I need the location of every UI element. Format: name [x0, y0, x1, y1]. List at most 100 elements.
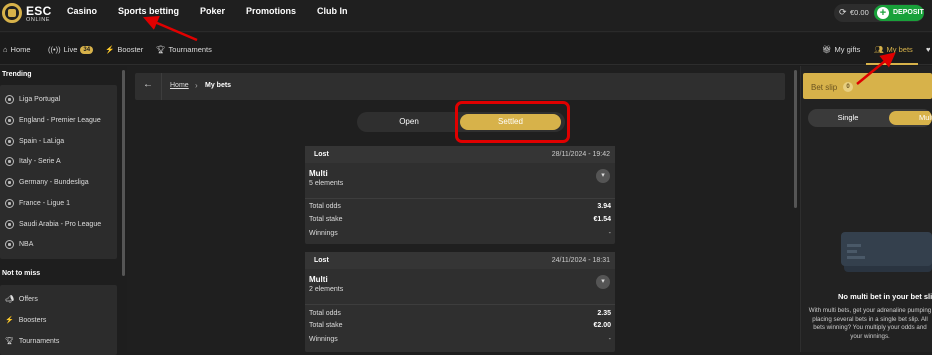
- refresh-icon[interactable]: ⟳: [839, 7, 847, 18]
- bet-status: Lost: [314, 151, 329, 158]
- sidebar-item-label: Tournaments: [18, 337, 60, 345]
- sidebar-item-liga-portugal[interactable]: Liga Portugal: [5, 95, 60, 104]
- tab-single[interactable]: Single: [808, 109, 888, 127]
- sidebar-item-laliga[interactable]: Spain - LaLiga: [5, 137, 64, 146]
- logo-tagline: ONLINE: [26, 17, 51, 23]
- betslip-count-badge: 0: [843, 82, 853, 92]
- sidebar-item-label: Offers: [18, 295, 38, 303]
- balance-amount: €0.00: [850, 8, 869, 17]
- bet-status: Lost: [314, 257, 329, 264]
- subnav-my-gifts[interactable]: 🎁︎ My gifts: [822, 45, 860, 54]
- not-to-miss-title: Not to miss: [2, 270, 41, 277]
- tab-open[interactable]: Open: [357, 112, 461, 132]
- total-odds-label: Total odds: [309, 310, 341, 317]
- sidebar-item-label: Boosters: [18, 316, 47, 324]
- empty-betslip-illustration: [841, 232, 932, 272]
- empty-betslip-text: With multi bets, get your adrenaline pum…: [808, 307, 932, 341]
- subnav-live[interactable]: ((•)) Live 34: [48, 45, 94, 54]
- subnav-booster[interactable]: ⚡ Booster: [105, 45, 143, 54]
- bet-card-header: Lost 24/11/2024 - 18:31: [305, 252, 615, 269]
- sidebar-item-bundesliga[interactable]: Germany - Bundesliga: [5, 178, 89, 187]
- sidebar-item-label: France - Ligue 1: [19, 200, 70, 207]
- sidebar-item-label: Italy - Serie A: [19, 158, 61, 165]
- chevron-right-icon: ›: [195, 81, 198, 90]
- winnings-label: Winnings: [309, 336, 338, 343]
- annotation-highlight-box: [455, 101, 570, 143]
- bet-card[interactable]: Lost 24/11/2024 - 18:31 Multi 2 elements…: [305, 252, 615, 352]
- trending-title: Trending: [2, 71, 32, 78]
- sidebar-item-boosters[interactable]: ⚡ Boosters: [5, 316, 47, 325]
- total-odds-value: 3.94: [597, 203, 611, 210]
- live-count-badge: 34: [80, 45, 94, 54]
- subnav-booster-label: Booster: [117, 45, 144, 54]
- tab-multi[interactable]: Multi: [889, 111, 932, 125]
- sidebar-item-saudi-pro-league[interactable]: Saudi Arabia - Pro League: [5, 220, 101, 229]
- bet-card[interactable]: Lost 28/11/2024 - 19:42 Multi 5 elements…: [305, 146, 615, 244]
- divider: [161, 73, 162, 100]
- football-icon: [5, 95, 14, 104]
- bet-card-header: Lost 28/11/2024 - 19:42: [305, 146, 615, 163]
- nav-promotions[interactable]: Promotions: [246, 6, 296, 16]
- subnav-live-label: Live: [63, 45, 78, 54]
- nav-poker[interactable]: Poker: [200, 6, 225, 16]
- sidebar-item-ligue-1[interactable]: France - Ligue 1: [5, 199, 70, 208]
- betslip-title: Bet slip: [811, 83, 838, 92]
- divider: [305, 198, 615, 199]
- logo[interactable]: ESC ONLINE: [2, 2, 51, 28]
- total-stake-value: €1.54: [593, 216, 611, 223]
- breadcrumb-home[interactable]: Home: [170, 82, 189, 89]
- plus-icon: +: [877, 7, 889, 19]
- trophy-icon: 🏆︎: [5, 338, 14, 345]
- sidebar-item-label: Liga Portugal: [19, 96, 61, 103]
- users-icon: 👥︎: [874, 45, 884, 54]
- subnav-home-label: Home: [10, 45, 31, 54]
- sidebar-item-nba[interactable]: NBA: [5, 240, 33, 249]
- winnings-value: -: [608, 230, 611, 237]
- subnav-tournaments[interactable]: 🏆︎ Tournaments: [156, 45, 212, 54]
- bet-type: Multi: [309, 275, 328, 284]
- football-icon: [5, 137, 14, 146]
- football-icon: [5, 199, 14, 208]
- nav-club-in[interactable]: Club In: [317, 6, 348, 16]
- empty-betslip-line: bets winning? You multiply your odds and: [813, 324, 927, 331]
- total-stake-row: Total stake €1.54: [309, 216, 611, 223]
- total-odds-row: Total odds 3.94: [309, 203, 611, 210]
- bet-date: 24/11/2024 - 18:31: [551, 257, 610, 264]
- main-nav: Casino Sports betting Poker Promotions C…: [67, 6, 369, 16]
- subnav-home[interactable]: ⌂ Home: [3, 45, 31, 54]
- live-icon: ((•)): [48, 45, 61, 54]
- megaphone-icon: 📣︎: [5, 296, 14, 303]
- main-scrollbar[interactable]: [794, 70, 797, 208]
- empty-betslip-line: placing several bets in a single bet sli…: [812, 315, 928, 323]
- subnav-my-bets[interactable]: 👥︎ My bets: [874, 45, 913, 54]
- sidebar-item-label: NBA: [19, 241, 34, 248]
- home-icon: ⌂: [3, 45, 8, 54]
- sidebar-item-label: Saudi Arabia - Pro League: [19, 221, 102, 228]
- chevron-down-icon[interactable]: ▾: [596, 169, 610, 183]
- sidebar-item-offers[interactable]: 📣︎ Offers: [5, 295, 38, 304]
- sidebar-item-tournaments[interactable]: 🏆︎ Tournaments: [5, 337, 60, 346]
- sidebar-item-premier-league[interactable]: England - Premier League: [5, 116, 101, 125]
- deposit-label: DEPOSIT: [893, 9, 924, 16]
- total-stake-row: Total stake €2.00: [309, 322, 611, 329]
- empty-betslip-title: No multi bet in your bet slip: [838, 292, 932, 301]
- back-arrow-icon[interactable]: ←: [143, 79, 153, 90]
- balance-widget: ⟳ €0.00 + DEPOSIT: [834, 4, 924, 22]
- lightning-icon: ⚡: [105, 45, 115, 54]
- top-bar: ESC ONLINE Casino Sports betting Poker P…: [0, 0, 932, 32]
- deposit-button[interactable]: + DEPOSIT: [874, 5, 924, 21]
- chevron-down-icon[interactable]: ▾: [596, 275, 610, 289]
- total-odds-value: 2.35: [597, 310, 611, 317]
- nav-sports-betting[interactable]: Sports betting: [118, 6, 179, 16]
- sports-subnav: ⌂ Home ((•)) Live 34 ⚡ Booster 🏆︎ Tournaments…: [0, 33, 932, 65]
- betslip-header[interactable]: Bet slip 0: [803, 73, 932, 99]
- trending-list: Liga Portugal England - Premier League S…: [0, 85, 117, 259]
- divider: [305, 304, 615, 305]
- sidebar-item-serie-a[interactable]: Italy - Serie A: [5, 157, 61, 166]
- nav-casino[interactable]: Casino: [67, 6, 97, 16]
- heart-icon[interactable]: ♥: [926, 45, 930, 54]
- total-odds-row: Total odds 2.35: [309, 310, 611, 317]
- sidebar-scrollbar[interactable]: [122, 70, 125, 276]
- gift-icon: 🎁︎: [822, 45, 832, 54]
- bet-type: Multi: [309, 169, 328, 178]
